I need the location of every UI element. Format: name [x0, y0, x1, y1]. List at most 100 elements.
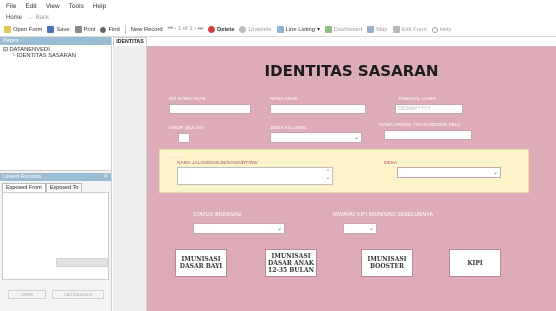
- imunisasi-dasar-anak-button[interactable]: IMUNISASI DASAR ANAK 12-35 BULAN: [265, 249, 317, 277]
- linked-records-title: Linked Records: [3, 174, 42, 180]
- form-gutter: [113, 46, 147, 311]
- open-form-button[interactable]: Open Form: [4, 26, 42, 33]
- jenis-kelamin-label: JENIS KELAMIN: [270, 126, 306, 131]
- print-label: Print: [83, 26, 96, 33]
- help-button[interactable]: Help: [431, 26, 452, 33]
- form-title: IDENTITAS SASARAN: [264, 62, 439, 80]
- jalan-textarea[interactable]: ⌃ ⌄: [177, 167, 333, 185]
- save-button[interactable]: Save: [47, 26, 70, 33]
- pages-pane-title: Pages: [0, 37, 111, 45]
- riwayat-kipi-select[interactable]: ⌄: [343, 223, 377, 234]
- unlink-button[interactable]: Unlink: [8, 290, 46, 299]
- tgl-lahir-label: TANGGAL LAHIR: [398, 97, 436, 102]
- scroll-arrows-icon[interactable]: ⌃ ⌄: [326, 169, 330, 181]
- linked-records-header: Linked Records ✕: [0, 173, 111, 181]
- menu-file[interactable]: File: [6, 3, 16, 10]
- help-icon: [431, 26, 438, 33]
- folder-icon: [4, 26, 11, 33]
- menu-edit[interactable]: Edit: [25, 3, 36, 10]
- save-label: Save: [56, 26, 70, 33]
- delete-label: Delete: [217, 26, 235, 33]
- menu-bar: File Edit View Tools Help: [0, 0, 556, 12]
- edit-form-label: Edit Form: [401, 26, 427, 33]
- new-record-button[interactable]: New Record: [131, 27, 163, 33]
- tab-identitas-sasaran[interactable]: IDENTITAS SASARAN: [113, 37, 147, 53]
- record-of-label: of: [182, 26, 188, 32]
- left-pane-footer-button[interactable]: [56, 258, 108, 267]
- open-form-label: Open Form: [13, 26, 43, 33]
- menu-help[interactable]: Help: [93, 3, 106, 10]
- back-label: Back: [35, 14, 50, 21]
- home-link[interactable]: Home: [6, 15, 22, 21]
- nik-input[interactable]: [169, 104, 251, 114]
- print-button[interactable]: Print: [74, 26, 96, 33]
- tgl-lahir-input[interactable]: DD/MM/YYYY: [395, 104, 463, 114]
- menu-tools[interactable]: Tools: [69, 3, 84, 10]
- dashboard-label: Dashboard: [333, 26, 363, 33]
- find-button[interactable]: Find: [100, 26, 120, 33]
- collapse-icon[interactable]: ✕: [103, 173, 108, 181]
- save-icon: [47, 26, 55, 33]
- desa-label: DESA: [384, 161, 398, 166]
- help-label: Help: [439, 26, 452, 33]
- imunisasi-dasar-bayi-button[interactable]: IMUNISASI DASAR BAYI: [175, 249, 227, 277]
- riwayat-kipi-label: RIWAYAT KIPI IMUNISASI SEBELUMNYA: [333, 212, 433, 218]
- printer-icon: [74, 26, 82, 33]
- first-record-arrow[interactable]: ⏮: [168, 26, 173, 32]
- nama-ibu-label: NAMA ORANG TUA KANDUNG (IBU): [379, 123, 460, 128]
- find-label: Find: [108, 26, 120, 33]
- line-listing-button[interactable]: Line Listing ▾: [276, 26, 320, 33]
- nav-bar: Home ← Back: [0, 12, 556, 23]
- edit-form-button[interactable]: Edit Form: [392, 26, 427, 33]
- new-record-label: New Record: [130, 26, 163, 33]
- dashboard-icon: [324, 26, 332, 33]
- desa-select[interactable]: ⌄: [397, 167, 501, 178]
- record-navigator: ⏮ ‹ 1 of 1 › ⏭: [168, 26, 203, 33]
- imunisasi-booster-button[interactable]: IMUNISASI BOOSTER: [361, 249, 413, 277]
- jenis-kelamin-select[interactable]: ⌄: [270, 132, 362, 143]
- delete-icon: [208, 26, 216, 33]
- undelete-label: Undelete: [248, 26, 272, 33]
- delete-button[interactable]: Delete: [208, 26, 234, 33]
- map-icon: [367, 26, 375, 33]
- nama-input[interactable]: [270, 104, 366, 114]
- menu-view[interactable]: View: [46, 3, 60, 10]
- jalan-label: NAMA JALAN/DUSUN/GANG/RT/RW: [177, 161, 258, 166]
- tree-item-identitas[interactable]: IDENTITAS SASARAN: [3, 53, 108, 59]
- alamat-label: ALAMAT: [165, 153, 184, 158]
- tab-exposed-to[interactable]: Exposed To: [45, 183, 83, 192]
- toolbar: Open Form Save Print Find New Record ⏮ ‹…: [0, 23, 556, 37]
- linked-records-actions: Unlink Add Exposure: [0, 280, 111, 299]
- undelete-button[interactable]: Undelete: [239, 26, 272, 33]
- nama-label: NAMA ANAK: [270, 97, 298, 102]
- umur-input[interactable]: [178, 133, 190, 143]
- umur-label: UMUR (BULAN): [169, 126, 204, 131]
- last-record-arrow[interactable]: ⏭: [198, 26, 203, 32]
- record-position[interactable]: 1: [178, 26, 181, 32]
- status-imunisasi-select[interactable]: ⌄: [193, 223, 285, 234]
- page-tree: ⊟ DATANENVEDI IDENTITAS SASARAN: [0, 45, 111, 171]
- chevron-down-icon: ⌄: [353, 135, 359, 141]
- add-exposure-button[interactable]: Add Exposure: [52, 290, 104, 299]
- tab-exposed-from[interactable]: Exposed From: [2, 183, 46, 192]
- kipi-button[interactable]: KIPI: [449, 249, 501, 277]
- search-icon: [100, 26, 107, 33]
- dashboard-button[interactable]: Dashboard: [324, 26, 363, 33]
- chevron-down-icon: ⌄: [492, 170, 498, 176]
- form-canvas: IDENTITAS SASARAN NO ID/NIK ANAK NAMA AN…: [147, 46, 556, 311]
- back-link[interactable]: ← Back: [28, 15, 49, 21]
- status-imunisasi-label: STATUS IMUNISASI: [193, 212, 242, 218]
- linked-records-tabs: Exposed From Exposed To: [0, 181, 111, 192]
- undelete-icon: [239, 26, 247, 33]
- toolbar-divider: [124, 25, 126, 34]
- map-button[interactable]: Map: [367, 26, 388, 33]
- left-pane: Pages ⊟ DATANENVEDI IDENTITAS SASARAN Li…: [0, 37, 112, 311]
- next-record-arrow[interactable]: ›: [194, 26, 196, 32]
- nama-ibu-input[interactable]: [384, 130, 472, 140]
- chevron-down-icon: ⌄: [368, 226, 374, 232]
- chevron-down-icon: ⌄: [276, 226, 282, 232]
- line-listing-label: Line Listing: [285, 26, 315, 33]
- prev-record-arrow[interactable]: ‹: [175, 26, 177, 32]
- tree-child-label: IDENTITAS SASARAN: [16, 53, 76, 59]
- map-label: Map: [376, 26, 388, 33]
